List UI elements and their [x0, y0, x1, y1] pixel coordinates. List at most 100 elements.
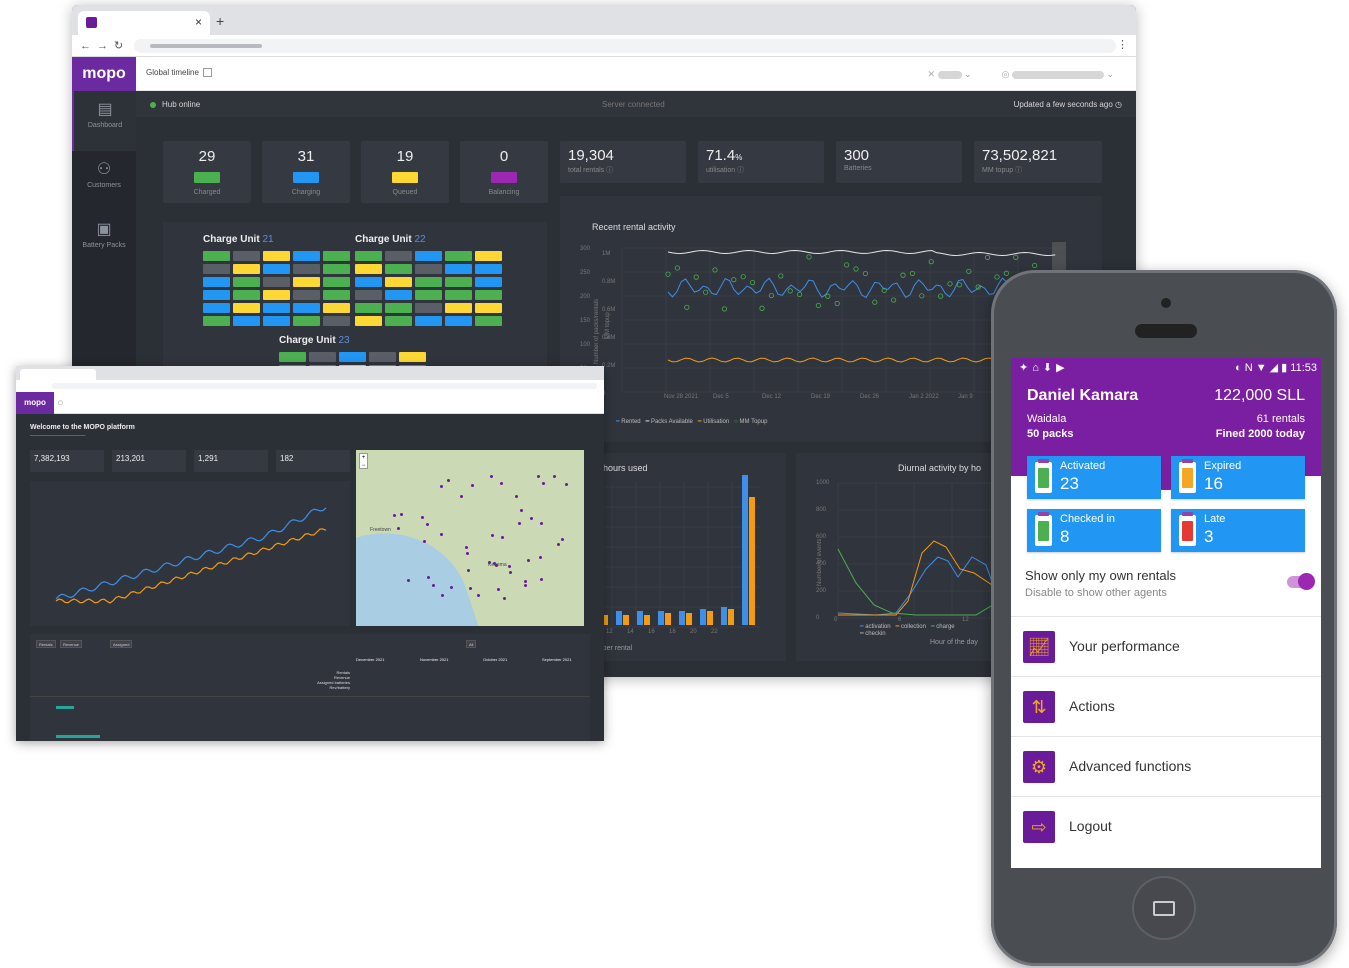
sidebar-item-battery-packs[interactable]: ▣ Battery Packs — [72, 211, 136, 271]
diurnal-x-tick: 0 — [834, 617, 838, 623]
rental-y-tick-right: 0.2M — [602, 363, 616, 369]
station-pin[interactable] — [539, 555, 543, 559]
address-bar[interactable] — [134, 39, 1116, 53]
new-tab-icon[interactable]: + — [216, 13, 224, 29]
station-pin[interactable] — [564, 483, 568, 487]
station-pin[interactable] — [399, 513, 403, 517]
mopo-logo[interactable]: mopo — [72, 57, 136, 91]
station-pin[interactable] — [397, 527, 401, 531]
kpi-card[interactable]: 182 — [276, 450, 350, 472]
station-pin[interactable] — [421, 515, 425, 519]
menu-advanced-functions[interactable]: ⚙ Advanced functions — [1011, 736, 1321, 796]
station-pin[interactable] — [468, 586, 472, 590]
battery-slot — [475, 316, 502, 326]
station-pin[interactable] — [490, 475, 494, 479]
station-pin[interactable] — [393, 514, 396, 518]
station-pin[interactable] — [502, 596, 506, 600]
navigation-icons[interactable]: ←→↻ — [80, 39, 129, 52]
address-bar[interactable] — [16, 380, 604, 392]
station-pin[interactable] — [540, 577, 544, 581]
sidebar-item-dashboard[interactable]: ▤ Dashboard — [72, 91, 136, 151]
station-pin[interactable] — [560, 537, 564, 541]
station-pin[interactable] — [501, 536, 505, 540]
battery-slot — [355, 303, 382, 313]
menu-logout[interactable]: ⇨ Logout — [1011, 796, 1321, 856]
station-pin[interactable] — [557, 542, 561, 546]
station-pin[interactable] — [466, 568, 470, 572]
station-pin[interactable] — [425, 522, 429, 526]
station-pin[interactable] — [524, 584, 528, 588]
stat-utilisation[interactable]: 71.4% utilisation ⓘ — [698, 141, 824, 183]
stat-total-rentals[interactable]: 19,304 total rentals ⓘ — [560, 141, 686, 183]
station-pin[interactable] — [439, 533, 443, 537]
browser-menu-icon[interactable]: ⋮ — [1117, 38, 1128, 51]
tab-rentals[interactable]: Rentals — [36, 640, 56, 648]
station-pin[interactable] — [466, 551, 470, 555]
mopo-logo[interactable]: mopo — [16, 392, 54, 414]
tile-label: Checked in — [1060, 513, 1116, 525]
battery-slot — [203, 264, 230, 274]
kpi-balancing[interactable]: 0 Balancing — [460, 141, 548, 203]
tile-checked-in[interactable]: Checked in 8 — [1027, 509, 1161, 552]
station-pin[interactable] — [470, 484, 474, 488]
kpi-card[interactable]: 213,201 — [112, 450, 186, 472]
station-pin[interactable] — [499, 482, 503, 486]
global-timeline-toggle[interactable]: ▢ — [58, 400, 63, 406]
home-button[interactable] — [1134, 878, 1194, 938]
histogram-bar — [749, 497, 755, 625]
histogram-x-tick: 14 — [627, 629, 634, 635]
station-map[interactable]: + − Freetown Kenema — [356, 450, 584, 626]
battery-slot — [339, 352, 366, 362]
station-pin[interactable] — [432, 583, 436, 587]
station-pin[interactable] — [491, 533, 495, 537]
stat-batteries[interactable]: 300 Batteries — [836, 141, 962, 183]
menu-your-performance[interactable]: 📈︎ Your performance — [1011, 616, 1321, 676]
mm-topup-point — [853, 266, 859, 272]
station-pin[interactable] — [530, 517, 534, 521]
tab-assigned[interactable]: Assigned — [110, 640, 133, 648]
tools-icon[interactable]: ✕ — [927, 69, 935, 80]
station-pin[interactable] — [465, 545, 469, 549]
station-pin[interactable] — [536, 475, 540, 479]
station-pin[interactable] — [508, 570, 512, 574]
user-icon[interactable]: ◎ — [1002, 69, 1010, 80]
kpi-card[interactable]: 7,382,193 — [30, 450, 104, 472]
sidebar-item-customers[interactable]: ⚇ Customers — [72, 151, 136, 211]
tab-revenue[interactable]: Revenue — [60, 640, 83, 648]
station-pin[interactable] — [519, 508, 523, 512]
global-timeline-toggle[interactable]: Global timeline — [146, 68, 212, 78]
station-pin[interactable] — [477, 593, 481, 597]
stat-mm-topup[interactable]: 73,502,821 MM topup ⓘ — [974, 141, 1102, 183]
map-zoom-control[interactable]: + − — [359, 453, 368, 469]
tile-late[interactable]: Late 3 — [1171, 509, 1305, 552]
browser-tab[interactable]: × — [78, 11, 210, 35]
histogram-bar — [707, 611, 713, 625]
station-pin[interactable] — [515, 494, 519, 498]
kpi-charged[interactable]: 29 Charged — [163, 141, 251, 203]
station-pin[interactable] — [523, 580, 527, 584]
menu-actions[interactable]: ⇅ Actions — [1011, 676, 1321, 736]
kpi-charging[interactable]: 31 Charging — [262, 141, 350, 203]
battery-slot — [355, 251, 382, 261]
kpi-queued[interactable]: 19 Queued — [361, 141, 449, 203]
station-pin[interactable] — [518, 521, 522, 525]
filter-all-countries[interactable]: All — [466, 640, 477, 648]
station-pin[interactable] — [497, 588, 501, 592]
station-pin[interactable] — [541, 481, 545, 485]
station-pin[interactable] — [508, 565, 512, 569]
kpi-card[interactable]: 1,291 — [194, 450, 268, 472]
station-pin[interactable] — [440, 594, 444, 598]
station-pin[interactable] — [439, 484, 443, 488]
station-pin[interactable] — [447, 479, 451, 483]
station-pin[interactable] — [539, 522, 543, 526]
station-pin[interactable] — [459, 494, 463, 498]
browser-tab[interactable] — [20, 369, 96, 380]
tile-activated[interactable]: Activated 23 — [1027, 456, 1161, 499]
header-user-controls[interactable]: ✕ ⌄ ◎ ⌄ — [927, 69, 1114, 80]
close-tab-icon[interactable]: × — [195, 15, 202, 29]
tile-expired[interactable]: Expired 16 — [1171, 456, 1305, 499]
kpi-value: 19 — [396, 148, 414, 165]
station-pin[interactable] — [526, 559, 530, 563]
station-pin[interactable] — [553, 474, 557, 478]
own-rentals-switch[interactable] — [1287, 573, 1315, 590]
